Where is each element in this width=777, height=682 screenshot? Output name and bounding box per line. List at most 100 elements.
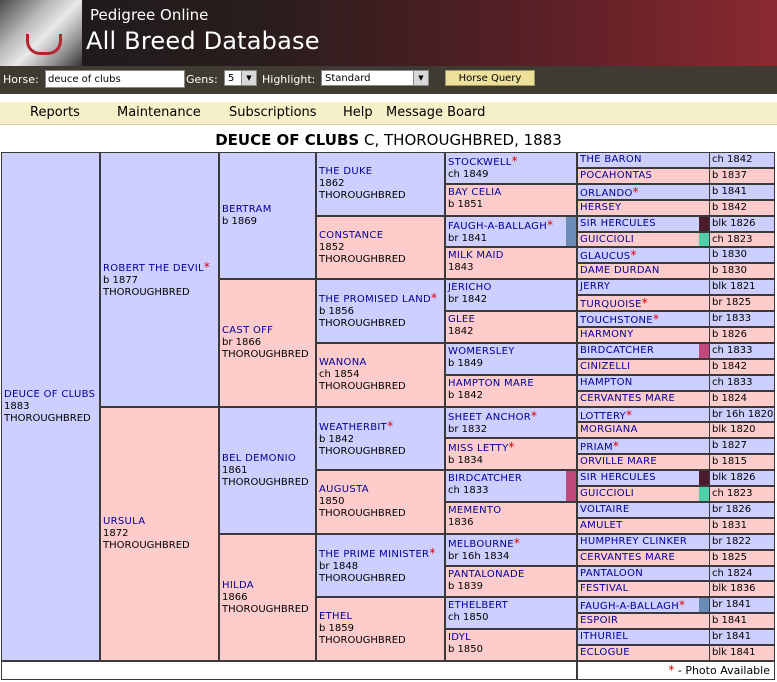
pedigree-cell-gen5[interactable]: BIRDCATCHER ch 1833	[577, 343, 775, 359]
horse-name-link[interactable]: CAST OFF	[222, 325, 273, 336]
horse-input[interactable]	[45, 70, 185, 88]
horse-name-link[interactable]: THE PROMISED LAND	[319, 294, 431, 305]
pedigree-cell-gen3[interactable]: THE PRIME MINISTER* br 1848 THOROUGHBRED	[316, 534, 445, 597]
pedigree-cell-gen5[interactable]: ECLOGUE blk 1841	[577, 645, 775, 661]
horse-name-link[interactable]: ETHEL	[319, 611, 352, 622]
highlight-select[interactable]: Standard ▼	[321, 70, 429, 86]
pedigree-cell-gen5[interactable]: ORLANDO* b 1841	[577, 184, 775, 200]
horse-name-link[interactable]: MEMENTO	[448, 505, 501, 516]
horse-name-link[interactable]: ESPOIR	[580, 615, 618, 626]
pedigree-cell-gen5[interactable]: HUMPHREY CLINKER br 1822	[577, 534, 775, 550]
horse-name-link[interactable]: CINIZELLI	[580, 361, 630, 372]
horse-name-cell[interactable]: GLAUCUS*	[578, 248, 710, 262]
horse-name-cell[interactable]: TURQUOISE*	[578, 296, 710, 310]
horse-name-cell[interactable]: ESPOIR	[578, 614, 710, 628]
horse-name-link[interactable]: ORVILLE MARE	[580, 456, 657, 467]
gens-select[interactable]: 5 ▼	[224, 70, 257, 86]
pedigree-cell-gen2[interactable]: BEL DEMONIO 1861 THOROUGHBRED	[219, 407, 316, 534]
pedigree-cell-gen5[interactable]: GLAUCUS* b 1830	[577, 247, 775, 263]
horse-name-link[interactable]: BERTRAM	[222, 204, 272, 215]
horse-name-link[interactable]: MISS LETTY	[448, 443, 509, 454]
horse-name-link[interactable]: URSULA	[103, 516, 145, 527]
pedigree-cell-gen5[interactable]: DAME DURDAN b 1830	[577, 263, 775, 279]
horse-name-cell[interactable]: ECLOGUE	[578, 646, 710, 660]
horse-name-link[interactable]: GUICCIOLI	[580, 234, 634, 245]
pedigree-cell-gen4[interactable]: FAUGH-A-BALLAGH* br 1841	[445, 216, 577, 247]
horse-name-link[interactable]: ORLANDO	[580, 188, 633, 199]
pedigree-cell-gen4[interactable]: MELBOURNE* br 16h 1834	[445, 534, 577, 566]
horse-name-link[interactable]: HAMPTON MARE	[448, 378, 534, 389]
horse-name-cell[interactable]: PRIAM*	[578, 439, 710, 453]
pedigree-cell-gen5[interactable]: TURQUOISE* br 1825	[577, 295, 775, 311]
horse-name-link[interactable]: FAUGH-A-BALLAGH	[580, 601, 679, 612]
horse-name-cell[interactable]: FESTIVAL	[578, 582, 710, 596]
horse-name-cell[interactable]: PANTALOON	[578, 567, 710, 580]
pedigree-cell-gen5[interactable]: VOLTAIRE br 1826	[577, 502, 775, 518]
horse-name-link[interactable]: THE DUKE	[319, 166, 372, 177]
horse-name-cell[interactable]: FAUGH-A-BALLAGH*	[578, 598, 710, 612]
horse-name-link[interactable]: PANTALOON	[580, 568, 643, 579]
horse-name-link[interactable]: CERVANTES MARE	[580, 393, 675, 404]
horse-name-link[interactable]: LOTTERY	[580, 411, 626, 421]
pedigree-cell-gen5[interactable]: ORVILLE MARE b 1815	[577, 454, 775, 470]
horse-name-link[interactable]: GUICCIOLI	[580, 488, 634, 499]
horse-name-cell[interactable]: AMULET	[578, 519, 710, 533]
horse-name-link[interactable]: TURQUOISE	[580, 299, 642, 310]
horse-name-cell[interactable]: HUMPHREY CLINKER	[578, 535, 710, 549]
pedigree-cell-gen2[interactable]: BERTRAM b 1869	[219, 152, 316, 279]
horse-name-cell[interactable]: SIR HERCULES	[578, 471, 710, 485]
horse-name-link[interactable]: VOLTAIRE	[580, 504, 630, 515]
horse-name-link[interactable]: MORGIANA	[580, 424, 638, 435]
pedigree-cell-gen4[interactable]: ETHELBERT ch 1850	[445, 597, 577, 629]
horse-name-link[interactable]: POCAHONTAS	[580, 170, 652, 181]
horse-name-cell[interactable]: SIR HERCULES	[578, 217, 710, 231]
horse-name-cell[interactable]: ORLANDO*	[578, 185, 710, 199]
horse-name-link[interactable]: DAME DURDAN	[580, 265, 660, 276]
pedigree-cell-gen4[interactable]: MEMENTO 1836	[445, 502, 577, 534]
pedigree-cell-gen3[interactable]: ETHEL b 1859 THOROUGHBRED	[316, 597, 445, 661]
pedigree-cell-gen5[interactable]: HAMPTON ch 1833	[577, 375, 775, 391]
horse-name-link[interactable]: BIRDCATCHER	[580, 345, 654, 356]
horse-name-cell[interactable]: LOTTERY*	[578, 408, 710, 421]
pedigree-cell-gen5[interactable]: THE BARON ch 1842	[577, 152, 775, 168]
horse-name-link[interactable]: HAMPTON	[580, 377, 633, 388]
menu-item-help[interactable]: Help	[343, 105, 373, 120]
horse-name-cell[interactable]: CINIZELLI	[578, 360, 710, 374]
pedigree-cell-gen5[interactable]: LOTTERY* br 16h 1820	[577, 407, 775, 422]
horse-name-cell[interactable]: CERVANTES MARE	[578, 392, 710, 406]
menu-item-message-board[interactable]: Message Board	[386, 105, 485, 120]
horse-name-link[interactable]: JERRY	[580, 281, 610, 292]
pedigree-cell-gen4[interactable]: MILK MAID 1843	[445, 247, 577, 279]
pedigree-cell-gen5[interactable]: FAUGH-A-BALLAGH* br 1841	[577, 597, 775, 613]
pedigree-cell-gen5[interactable]: AMULET b 1831	[577, 518, 775, 534]
horse-name-link[interactable]: SIR HERCULES	[580, 472, 656, 483]
horse-name-link[interactable]: FAUGH-A-BALLAGH	[448, 221, 547, 232]
horse-name-cell[interactable]: ORVILLE MARE	[578, 455, 710, 469]
horse-name-link[interactable]: IDYL	[448, 632, 471, 643]
pedigree-cell-gen4[interactable]: IDYL b 1850	[445, 629, 577, 661]
horse-name-link[interactable]: AUGUSTA	[319, 484, 369, 495]
pedigree-cell-gen5[interactable]: SIR HERCULES blk 1826	[577, 470, 775, 486]
pedigree-cell-gen5[interactable]: MORGIANA blk 1820	[577, 422, 775, 438]
horse-name-link[interactable]: PRIAM	[580, 442, 613, 453]
pedigree-cell-gen5[interactable]: CINIZELLI b 1842	[577, 359, 775, 375]
pedigree-cell-gen5[interactable]: ESPOIR b 1841	[577, 613, 775, 629]
pedigree-cell-gen3[interactable]: THE DUKE 1862 THOROUGHBRED	[316, 152, 445, 216]
pedigree-cell-gen5[interactable]: PRIAM* b 1827	[577, 438, 775, 454]
pedigree-cell-gen5[interactable]: HERSEY b 1842	[577, 200, 775, 216]
horse-name-link[interactable]: JERICHO	[448, 282, 492, 293]
horse-query-button[interactable]: Horse Query	[445, 70, 535, 86]
horse-name-link[interactable]: SHEET ANCHOR	[448, 412, 531, 423]
pedigree-cell-gen5[interactable]: GUICCIOLI ch 1823	[577, 486, 775, 502]
horse-name-cell[interactable]: MORGIANA	[578, 423, 710, 437]
horse-name-link[interactable]: AMULET	[580, 520, 623, 531]
horse-name-cell[interactable]: JERRY	[578, 280, 710, 294]
pedigree-cell-gen4[interactable]: GLEE 1842	[445, 311, 577, 343]
menu-item-subscriptions[interactable]: Subscriptions	[229, 105, 317, 120]
horse-name-link[interactable]: GLEE	[448, 314, 475, 325]
horse-name-cell[interactable]: TOUCHSTONE*	[578, 312, 710, 326]
horse-name-link[interactable]: THE PRIME MINISTER	[319, 549, 429, 560]
horse-name-link[interactable]: ETHELBERT	[448, 600, 508, 611]
horse-name-cell[interactable]: HERSEY	[578, 201, 710, 215]
horse-name-cell[interactable]: GUICCIOLI	[578, 487, 710, 501]
